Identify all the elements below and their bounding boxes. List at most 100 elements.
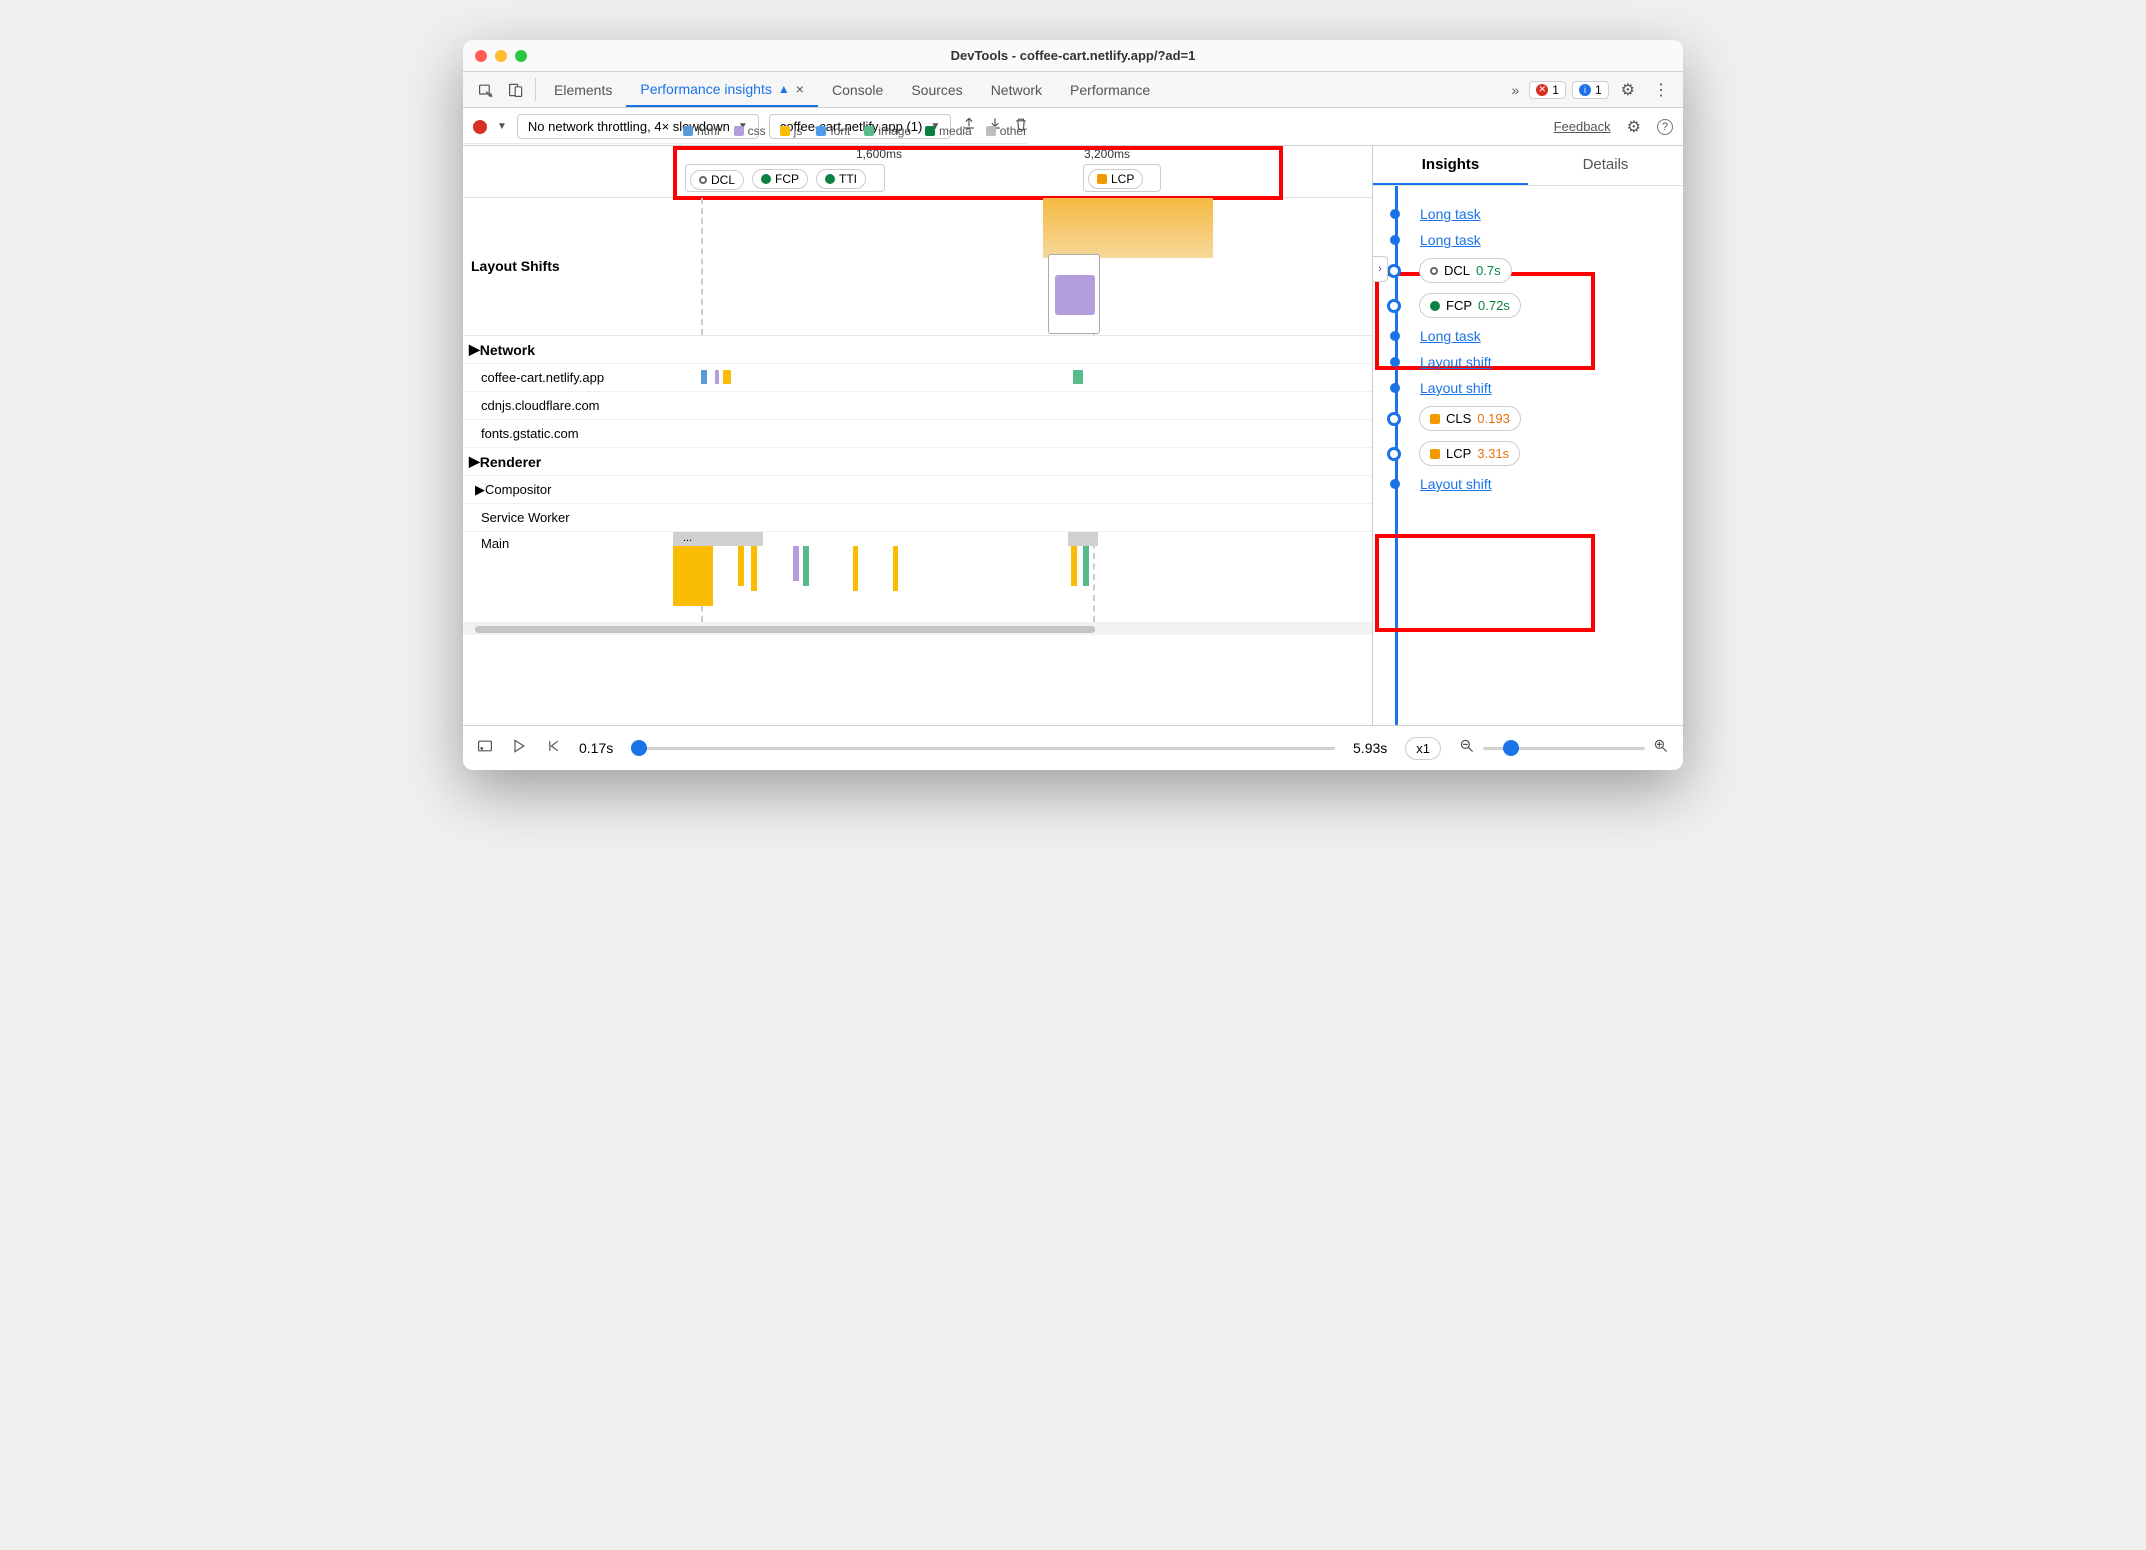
zoom-window-icon[interactable] xyxy=(515,50,527,62)
horizontal-scrollbar[interactable] xyxy=(463,623,1372,635)
timeline-dot-icon xyxy=(1390,383,1400,393)
task-bar[interactable] xyxy=(803,546,809,586)
task-bar[interactable] xyxy=(1083,546,1089,586)
message-count: 1 xyxy=(1595,83,1602,97)
marker-fcp[interactable]: FCP xyxy=(752,169,808,189)
insight-item[interactable]: CLS 0.193 xyxy=(1391,406,1671,431)
insight-item[interactable]: Layout shift xyxy=(1391,380,1671,396)
tab-console[interactable]: Console xyxy=(818,72,897,107)
insight-item[interactable]: Long task xyxy=(1391,232,1671,248)
network-row[interactable]: cdnjs.cloudflare.com xyxy=(463,392,1372,420)
insight-item[interactable]: Layout shift xyxy=(1391,476,1671,492)
errors-badge[interactable]: ✕1 xyxy=(1529,81,1566,99)
marker-lcp[interactable]: LCP xyxy=(1088,169,1143,189)
insight-item[interactable]: LCP 3.31s xyxy=(1391,441,1671,466)
insight-item[interactable]: Long task xyxy=(1391,206,1671,222)
insight-link[interactable]: Layout shift xyxy=(1420,380,1492,396)
insight-item[interactable]: DCL 0.7s xyxy=(1391,258,1671,283)
insights-list[interactable]: Long task Long task DCL 0.7s FCP 0.72s L… xyxy=(1373,186,1683,725)
task-bar[interactable] xyxy=(853,546,858,591)
metric-pill[interactable]: LCP 3.31s xyxy=(1419,441,1520,466)
main-thread-row[interactable]: Main ... xyxy=(463,532,1372,623)
insight-link[interactable]: Layout shift xyxy=(1420,476,1492,492)
start-time: 0.17s xyxy=(579,740,613,756)
tab-performance-insights[interactable]: Performance insights ▲ × xyxy=(626,72,818,107)
jump-start-icon[interactable] xyxy=(545,738,561,759)
task-bar[interactable] xyxy=(738,546,744,586)
slider-thumb[interactable] xyxy=(631,740,647,756)
task-bar[interactable] xyxy=(1071,546,1077,586)
scrollbar-thumb[interactable] xyxy=(475,626,1095,633)
renderer-row[interactable]: ▶Compositor xyxy=(463,476,1372,504)
content-area: 1,600ms DCLFCPTTI 3,200ms LCP Layout Shi… xyxy=(463,146,1683,726)
close-tab-icon[interactable]: × xyxy=(796,81,804,97)
request-bar[interactable] xyxy=(715,370,719,384)
task-bar[interactable] xyxy=(751,546,757,591)
messages-badge[interactable]: i1 xyxy=(1572,81,1609,99)
settings-gear-icon[interactable]: ⚙ xyxy=(1627,117,1641,137)
marker-tti[interactable]: TTI xyxy=(816,169,866,189)
request-bar[interactable] xyxy=(723,370,731,384)
tab-insights[interactable]: Insights xyxy=(1373,146,1528,185)
zoom-thumb[interactable] xyxy=(1503,740,1519,756)
metric-pill[interactable]: DCL 0.7s xyxy=(1419,258,1512,283)
tab-details[interactable]: Details xyxy=(1528,146,1683,185)
kebab-menu-icon[interactable]: ⋮ xyxy=(1647,80,1675,100)
request-bar[interactable] xyxy=(1073,370,1083,384)
zoom-out-icon[interactable] xyxy=(1459,738,1475,759)
network-row[interactable]: coffee-cart.netlify.app xyxy=(463,364,1372,392)
minimize-window-icon[interactable] xyxy=(495,50,507,62)
insight-link[interactable]: Long task xyxy=(1420,328,1481,344)
settings-icon[interactable]: ⚙ xyxy=(1615,80,1641,100)
insight-link[interactable]: Long task xyxy=(1420,206,1481,222)
more-tabs-icon[interactable]: » xyxy=(1507,82,1523,98)
task-bar[interactable] xyxy=(793,546,799,581)
marker-group-2[interactable]: 3,200ms LCP xyxy=(1083,164,1161,192)
screenshot-thumbnail[interactable] xyxy=(1048,254,1100,334)
flame-graph[interactable]: ... xyxy=(673,532,1372,622)
marker-dcl[interactable]: DCL xyxy=(690,170,744,190)
insight-link[interactable]: Long task xyxy=(1420,232,1481,248)
tab-sources[interactable]: Sources xyxy=(897,72,976,107)
speed-pill[interactable]: x1 xyxy=(1405,737,1441,760)
swatch xyxy=(734,126,744,136)
renderer-row[interactable]: Service Worker xyxy=(463,504,1372,532)
renderer-section-header[interactable]: ▶Renderer xyxy=(463,448,1372,476)
task-bar[interactable] xyxy=(673,546,713,606)
tab-performance[interactable]: Performance xyxy=(1056,72,1164,107)
feedback-link[interactable]: Feedback xyxy=(1554,119,1611,134)
device-toolbar-icon[interactable] xyxy=(501,72,531,107)
insight-item[interactable]: Layout shift xyxy=(1391,354,1671,370)
play-button[interactable] xyxy=(511,738,527,759)
task-bar[interactable] xyxy=(893,546,898,591)
metric-pill[interactable]: FCP 0.72s xyxy=(1419,293,1521,318)
toggle-screenshot-icon[interactable] xyxy=(477,738,493,759)
request-bar[interactable] xyxy=(701,370,707,384)
green-dot-icon xyxy=(1430,301,1440,311)
metric-label: CLS xyxy=(1446,411,1471,426)
zoom-in-icon[interactable] xyxy=(1653,738,1669,759)
marker-group-1[interactable]: 1,600ms DCLFCPTTI xyxy=(685,164,885,192)
help-icon[interactable]: ? xyxy=(1657,119,1673,135)
tab-elements[interactable]: Elements xyxy=(540,72,626,107)
layout-shifts-track[interactable]: Layout Shifts xyxy=(463,198,1372,336)
slider-track[interactable] xyxy=(631,747,1335,750)
tab-network[interactable]: Network xyxy=(977,72,1056,107)
lane xyxy=(673,392,1372,419)
insight-link[interactable]: Layout shift xyxy=(1420,354,1492,370)
zoom-track[interactable] xyxy=(1483,747,1645,750)
insight-item[interactable]: FCP 0.72s xyxy=(1391,293,1671,318)
marker-label: FCP xyxy=(775,172,799,186)
close-window-icon[interactable] xyxy=(475,50,487,62)
network-row[interactable]: fonts.gstatic.com xyxy=(463,420,1372,448)
collapse-sidebar-icon[interactable]: › xyxy=(1372,256,1388,282)
network-section-header[interactable]: ▶ Network xyxy=(463,336,1372,364)
metric-value: 3.31s xyxy=(1477,446,1509,461)
inspect-element-icon[interactable] xyxy=(471,72,501,107)
zoom-slider[interactable] xyxy=(1459,738,1669,759)
insight-item[interactable]: Long task xyxy=(1391,328,1671,344)
metric-pill[interactable]: CLS 0.193 xyxy=(1419,406,1521,431)
time-slider[interactable] xyxy=(631,747,1335,750)
metric-label: DCL xyxy=(1444,263,1470,278)
task-bar[interactable] xyxy=(1068,532,1098,546)
